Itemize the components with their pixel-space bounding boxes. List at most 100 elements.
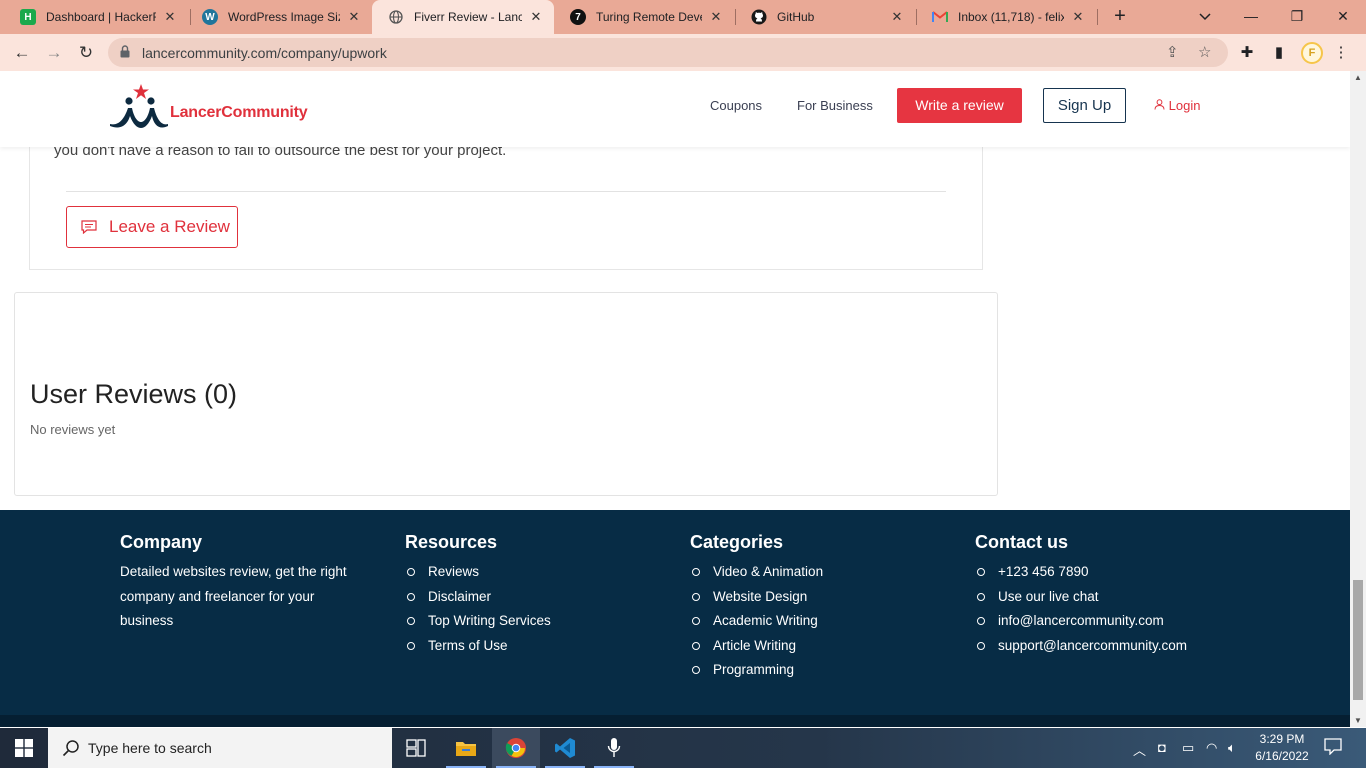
bullet-icon: [692, 568, 700, 577]
menu-kebab-icon[interactable]: ⋮: [1330, 42, 1352, 64]
notifications-icon[interactable]: [1324, 738, 1342, 758]
footer-link[interactable]: +123 456 7890: [975, 560, 1187, 585]
close-tab-icon[interactable]: ✕: [346, 9, 362, 25]
footer-contact: Contact us +123 456 7890 Use our live ch…: [975, 532, 1187, 658]
bullet-icon: [407, 568, 415, 577]
side-panel-icon[interactable]: ▮: [1268, 42, 1290, 64]
nav-for-business[interactable]: For Business: [797, 98, 873, 113]
extensions-puzzle-icon[interactable]: ✚: [1236, 42, 1258, 64]
footer-link[interactable]: Academic Writing: [690, 609, 823, 634]
logo-wordmark: LancerCommunity: [170, 104, 308, 121]
close-tab-icon[interactable]: ✕: [708, 9, 724, 25]
back-button[interactable]: ←: [9, 40, 35, 66]
footer-link-label: Video & Animation: [713, 564, 824, 579]
footer-link-label: Terms of Use: [428, 637, 508, 653]
tab-hackerrank[interactable]: H Dashboard | HackerRank ✕: [4, 0, 188, 34]
bullet-icon: [692, 641, 700, 650]
bullet-icon: [692, 592, 700, 601]
footer-link[interactable]: Top Writing Services: [405, 609, 551, 634]
volume-icon[interactable]: 🔈︎: [1228, 740, 1236, 756]
footer-link[interactable]: support@lancercommunity.com: [975, 634, 1187, 659]
footer-link[interactable]: Reviews: [405, 560, 551, 585]
share-icon[interactable]: ⇪: [1166, 43, 1179, 61]
footer-link[interactable]: info@lancercommunity.com: [975, 609, 1187, 634]
footer-heading: Contact us: [975, 532, 1069, 552]
tab-fiverr-review[interactable]: Fiverr Review - LancerCommunity ✕: [372, 0, 554, 34]
windows-logo-icon: [15, 739, 33, 757]
taskbar-search-box[interactable]: Type here to search: [48, 728, 392, 768]
clock-date: 6/16/2022: [1255, 749, 1309, 763]
bullet-icon: [977, 592, 985, 601]
sign-up-button[interactable]: Sign Up: [1043, 88, 1126, 123]
bullet-icon: [692, 666, 700, 675]
vscode-icon[interactable]: [541, 728, 589, 768]
close-tab-icon[interactable]: ✕: [889, 9, 905, 25]
footer-link-label: Academic Writing: [713, 613, 818, 628]
task-view-icon[interactable]: [392, 728, 440, 768]
leave-review-button[interactable]: Leave a Review: [66, 206, 238, 248]
footer-link-label: Reviews: [428, 564, 480, 579]
webpage-viewport: LancerCommunity Coupons For Business Wri…: [0, 71, 1350, 727]
address-bar[interactable]: lancercommunity.com/company/upwork ⇪ ☆: [108, 38, 1228, 67]
lock-icon: [120, 45, 130, 58]
system-clock[interactable]: 3:29 PM 6/16/2022: [1250, 731, 1314, 765]
battery-icon[interactable]: ▭: [1182, 740, 1194, 756]
footer-link[interactable]: Video & Animation: [690, 560, 823, 585]
close-tab-icon[interactable]: ✕: [162, 9, 178, 25]
tab-title: Dashboard | HackerRank: [46, 10, 156, 24]
reload-button[interactable]: ↻: [73, 40, 99, 66]
url-text[interactable]: lancercommunity.com/company/upwork: [142, 45, 387, 61]
tab-title: GitHub: [777, 10, 815, 24]
footer-link[interactable]: Use our live chat: [975, 585, 1187, 610]
github-icon: [751, 9, 767, 25]
user-icon: [1154, 99, 1165, 110]
tab-wordpress[interactable]: W WordPress Image Size ✕: [186, 0, 372, 34]
scrollbar-thumb[interactable]: [1353, 580, 1363, 700]
bullet-icon: [977, 617, 985, 626]
footer-heading: Categories: [690, 532, 784, 552]
profile-avatar[interactable]: F: [1301, 42, 1323, 64]
footer-link[interactable]: Website Design: [690, 585, 823, 610]
footer-link[interactable]: Disclaimer: [405, 585, 551, 610]
hackerrank-icon: H: [20, 9, 36, 25]
scroll-down-arrow-icon[interactable]: ▼: [1354, 716, 1362, 725]
file-explorer-icon[interactable]: [442, 728, 490, 768]
user-reviews-heading: User Reviews (0): [30, 379, 238, 409]
gmail-icon: [932, 9, 948, 25]
comment-icon: [81, 220, 97, 234]
meet-now-icon[interactable]: ◘: [1158, 740, 1166, 755]
wifi-icon[interactable]: ◠: [1206, 740, 1217, 756]
minimize-button[interactable]: —: [1228, 0, 1274, 34]
bookmark-star-icon[interactable]: ☆: [1198, 43, 1211, 61]
tab-title: Inbox (11,718) - felixkip: [958, 10, 1064, 24]
search-icon: [62, 740, 79, 757]
voice-recorder-icon[interactable]: [590, 728, 638, 768]
footer-link-label: Article Writing: [713, 637, 797, 653]
footer-link[interactable]: Article Writing: [690, 634, 823, 659]
divider: [66, 191, 946, 192]
tab-separator: [1097, 9, 1098, 25]
page-scrollbar[interactable]: ▲ ▼: [1350, 71, 1366, 727]
login-link[interactable]: Login: [1154, 98, 1200, 113]
restore-button[interactable]: ❐: [1274, 0, 1320, 34]
footer-link[interactable]: Terms of Use: [405, 634, 551, 659]
nav-coupons[interactable]: Coupons: [710, 98, 762, 113]
site-logo[interactable]: LancerCommunity: [108, 82, 328, 132]
tab-github[interactable]: GitHub ✕: [735, 0, 915, 34]
tab-turing[interactable]: 7 Turing Remote Developer ✕: [554, 0, 734, 34]
forward-button[interactable]: →: [41, 40, 67, 66]
close-tab-icon[interactable]: ✕: [1070, 9, 1086, 25]
chrome-icon[interactable]: [492, 728, 540, 768]
close-tab-icon[interactable]: ✕: [528, 9, 544, 25]
scroll-up-arrow-icon[interactable]: ▲: [1354, 73, 1362, 82]
new-tab-button[interactable]: +: [1108, 5, 1132, 29]
footer-link[interactable]: Programming: [690, 658, 823, 683]
tab-search-chevron-icon[interactable]: [1182, 0, 1228, 34]
logo-icon: [110, 84, 168, 128]
tab-gmail[interactable]: Inbox (11,718) - felixkip ✕: [916, 0, 1096, 34]
show-hidden-icons-chevron-icon[interactable]: ︿: [1133, 740, 1146, 759]
start-button[interactable]: [0, 728, 48, 768]
leave-review-label: Leave a Review: [109, 217, 230, 236]
write-review-button[interactable]: Write a review: [897, 88, 1022, 123]
close-window-button[interactable]: ✕: [1320, 0, 1366, 34]
